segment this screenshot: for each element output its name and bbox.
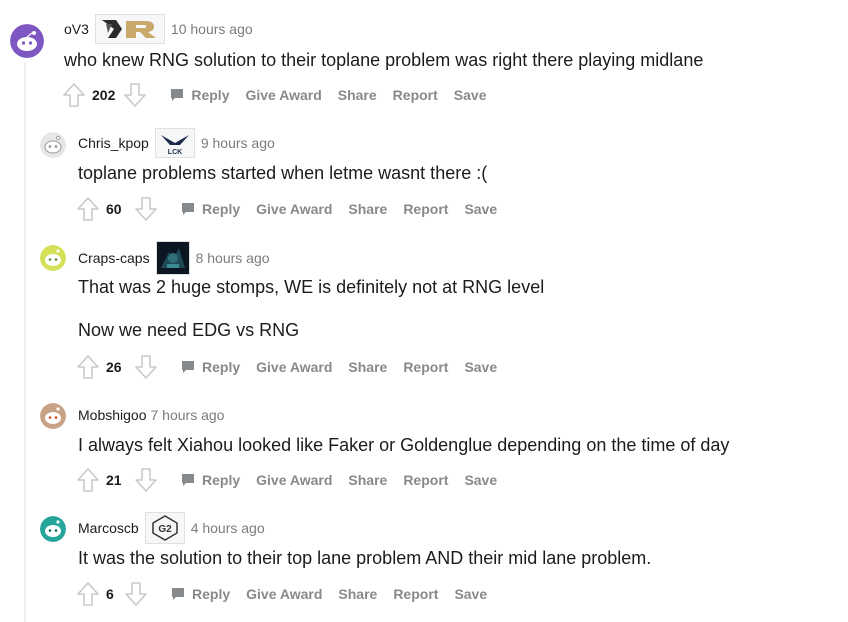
upvote-icon[interactable]	[76, 354, 100, 380]
comment-actions: 21 Reply Give Award Share Report Save	[76, 467, 497, 493]
thread-line[interactable]	[24, 62, 26, 622]
reply-button[interactable]: Reply	[170, 586, 230, 602]
share-button[interactable]: Share	[348, 472, 387, 488]
share-button[interactable]: Share	[348, 201, 387, 217]
comment-paragraph: It was the solution to their top lane pr…	[78, 548, 652, 568]
comment-body: who knew RNG solution to their toplane p…	[64, 48, 703, 72]
vote-score: 60	[106, 201, 122, 217]
username[interactable]: oV3	[64, 21, 89, 37]
comment-body: toplane problems started when letme wasn…	[78, 161, 487, 185]
avatar[interactable]	[40, 132, 66, 158]
flair-icon: G2	[144, 512, 185, 544]
snoo-avatar-icon	[10, 24, 44, 58]
vote-score: 26	[106, 359, 122, 375]
username[interactable]: Craps-caps	[78, 250, 150, 266]
timestamp: 7 hours ago	[150, 407, 225, 423]
downvote-icon[interactable]	[124, 581, 148, 607]
snoo-avatar-icon	[40, 403, 66, 429]
report-button[interactable]: Report	[403, 359, 448, 375]
reply-button[interactable]: Reply	[180, 359, 240, 375]
comment-body: It was the solution to their top lane pr…	[78, 546, 651, 570]
comment-actions: 26 Reply Give Award Share Report Save	[76, 354, 497, 380]
vote-score: 21	[106, 472, 122, 488]
give-award-button[interactable]: Give Award	[256, 201, 332, 217]
comment-body: That was 2 huge stomps, WE is definitely…	[78, 275, 544, 342]
save-button[interactable]: Save	[454, 87, 487, 103]
username[interactable]: Mobshigoo	[78, 407, 147, 423]
share-button[interactable]: Share	[338, 586, 377, 602]
reply-button[interactable]: Reply	[180, 201, 240, 217]
comment-actions: 60 Reply Give Award Share Report Save	[76, 196, 497, 222]
username[interactable]: Chris_kpop	[78, 135, 149, 151]
downvote-icon[interactable]	[134, 467, 158, 493]
username[interactable]: Marcoscb	[78, 520, 139, 536]
flair-icon	[155, 241, 190, 275]
share-button[interactable]: Share	[348, 359, 387, 375]
give-award-button[interactable]: Give Award	[256, 359, 332, 375]
comment-paragraph: toplane problems started when letme wasn…	[78, 163, 488, 183]
comment-paragraph: That was 2 huge stomps, WE is definitely…	[78, 277, 545, 297]
downvote-icon[interactable]	[123, 82, 147, 108]
svg-text:G2: G2	[158, 524, 172, 535]
comment-bubble-icon	[171, 89, 184, 101]
save-button[interactable]: Save	[454, 586, 487, 602]
report-button[interactable]: Report	[393, 586, 438, 602]
comment-paragraph: who knew RNG solution to their toplane p…	[64, 50, 704, 70]
share-button[interactable]: Share	[338, 87, 377, 103]
snoo-avatar-icon	[40, 245, 66, 271]
report-button[interactable]: Report	[403, 201, 448, 217]
upvote-icon[interactable]	[76, 581, 100, 607]
comment-actions: 6 Reply Give Award Share Report Save	[76, 581, 487, 607]
reply-button[interactable]: Reply	[169, 87, 229, 103]
reply-button[interactable]: Reply	[180, 472, 240, 488]
avatar[interactable]	[40, 245, 66, 271]
give-award-button[interactable]: Give Award	[246, 586, 322, 602]
comment-bubble-icon	[182, 361, 194, 373]
upvote-icon[interactable]	[76, 467, 100, 493]
avatar[interactable]	[40, 516, 66, 542]
avatar[interactable]	[40, 403, 66, 429]
report-button[interactable]: Report	[393, 87, 438, 103]
snoo-avatar-icon	[40, 516, 66, 542]
timestamp: 8 hours ago	[195, 250, 270, 266]
comment-bubble-icon	[172, 588, 184, 600]
avatar[interactable]	[10, 24, 44, 58]
comment-body: I always felt Xiahou looked like Faker o…	[78, 433, 729, 457]
snoo-avatar-icon	[40, 132, 66, 158]
comment-actions: 202 Reply Give Award Share Report Save	[62, 82, 487, 108]
give-award-button[interactable]: Give Award	[245, 87, 321, 103]
downvote-icon[interactable]	[134, 354, 158, 380]
comment-paragraph: Now we need EDG vs RNG	[78, 320, 300, 340]
flair-icon	[94, 14, 165, 44]
vote-score: 6	[106, 586, 114, 602]
flair-icon: LCK	[154, 128, 195, 158]
vote-score: 202	[92, 87, 116, 103]
downvote-icon[interactable]	[134, 196, 158, 222]
timestamp: 4 hours ago	[190, 520, 265, 536]
give-award-button[interactable]: Give Award	[256, 472, 332, 488]
svg-text:LCK: LCK	[168, 149, 182, 156]
save-button[interactable]: Save	[464, 472, 497, 488]
report-button[interactable]: Report	[403, 472, 448, 488]
timestamp: 9 hours ago	[200, 135, 275, 151]
upvote-icon[interactable]	[62, 82, 86, 108]
timestamp: 10 hours ago	[170, 21, 253, 37]
save-button[interactable]: Save	[464, 201, 497, 217]
save-button[interactable]: Save	[464, 359, 497, 375]
upvote-icon[interactable]	[76, 196, 100, 222]
comment-bubble-icon	[182, 474, 194, 486]
comment-paragraph: I always felt Xiahou looked like Faker o…	[78, 435, 730, 455]
comment-bubble-icon	[182, 203, 194, 215]
